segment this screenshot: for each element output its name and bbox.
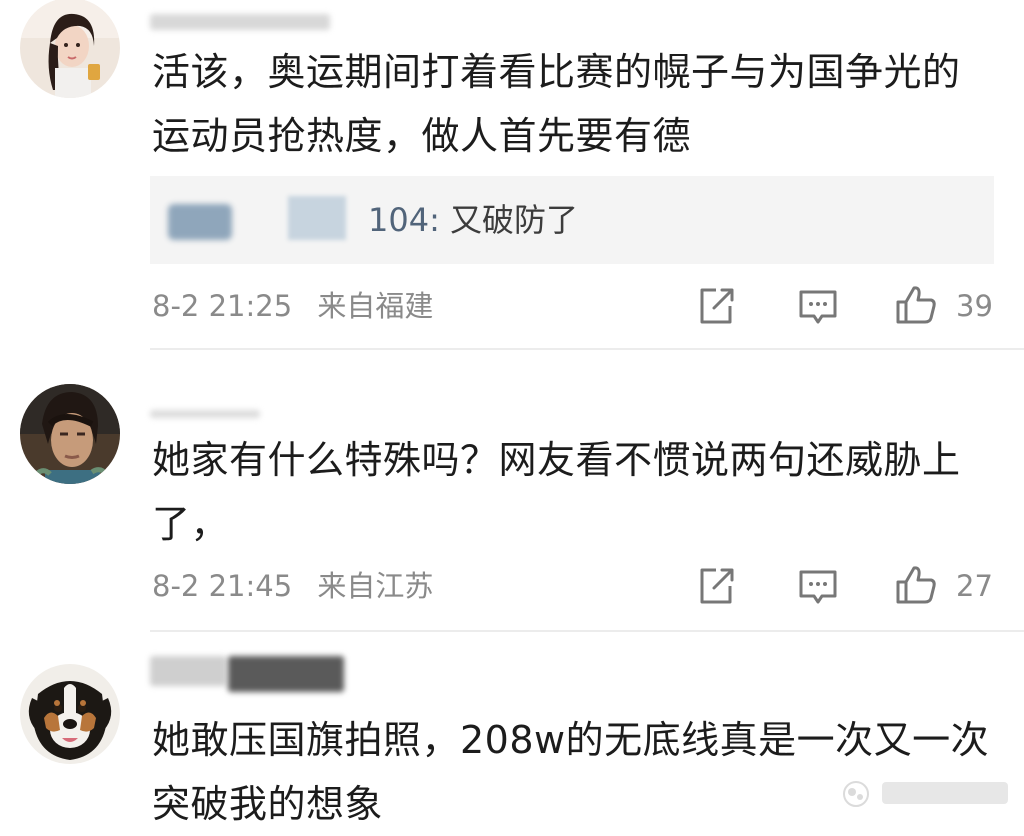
comment-text-line: 活该，奥运期间打着看比赛的幌子与为国争光的 <box>152 50 961 94</box>
comment-text-line: 她敢压国旗拍照，208w的无底线真是一次又一次 <box>152 718 990 762</box>
timestamp: 8-2 21:45 <box>152 569 293 603</box>
comment-item: 她家有什么特殊吗？网友看不惯说两句还威胁上 了， 8-2 21:45 来自江苏 … <box>0 350 1024 632</box>
username-redacted <box>150 14 330 30</box>
avatar[interactable] <box>20 0 120 98</box>
comment-text-line: 她家有什么特殊吗？网友看不惯说两句还威胁上 <box>152 438 961 482</box>
avatar[interactable] <box>20 664 120 764</box>
watermark-logo <box>838 772 1018 816</box>
reply-user-redacted <box>288 196 346 240</box>
like-count: 39 <box>956 289 993 323</box>
reply-preview[interactable]: 104: 又破防了 <box>150 176 994 264</box>
avatar[interactable] <box>20 384 120 484</box>
thumbs-up-icon[interactable] <box>894 562 938 606</box>
username-redacted <box>150 656 226 686</box>
comment-text: 她家有什么特殊吗？网友看不惯说两句还威胁上 了， <box>152 428 1002 556</box>
location: 来自福建 <box>317 289 434 323</box>
location: 来自江苏 <box>317 569 434 603</box>
reply-user-redacted <box>168 204 232 240</box>
comment-meta: 8-2 21:25 来自福建 <box>152 286 433 326</box>
comment-text-line: 运动员抢热度，做人首先要有德 <box>152 114 692 158</box>
thumbs-up-icon[interactable] <box>894 282 938 326</box>
username-redacted <box>150 410 260 418</box>
username-redacted <box>228 656 344 692</box>
share-icon[interactable] <box>694 284 738 328</box>
comment-text: 活该，奥运期间打着看比赛的幌子与为国争光的 运动员抢热度，做人首先要有德 <box>152 40 1002 168</box>
comment-meta: 8-2 21:45 来自江苏 <box>152 566 433 606</box>
reply-username[interactable]: 104: <box>368 201 440 239</box>
share-icon[interactable] <box>694 564 738 608</box>
reply-content: 又破防了 <box>450 201 579 239</box>
comment-icon[interactable] <box>796 284 840 328</box>
reply-text: 104: 又破防了 <box>368 196 578 244</box>
like-count: 27 <box>956 569 993 603</box>
comment-item: 活该，奥运期间打着看比赛的幌子与为国争光的 运动员抢热度，做人首先要有德 104… <box>0 0 1024 350</box>
comment-text-line: 了， <box>152 502 230 546</box>
comment-icon[interactable] <box>796 564 840 608</box>
timestamp: 8-2 21:25 <box>152 289 293 323</box>
